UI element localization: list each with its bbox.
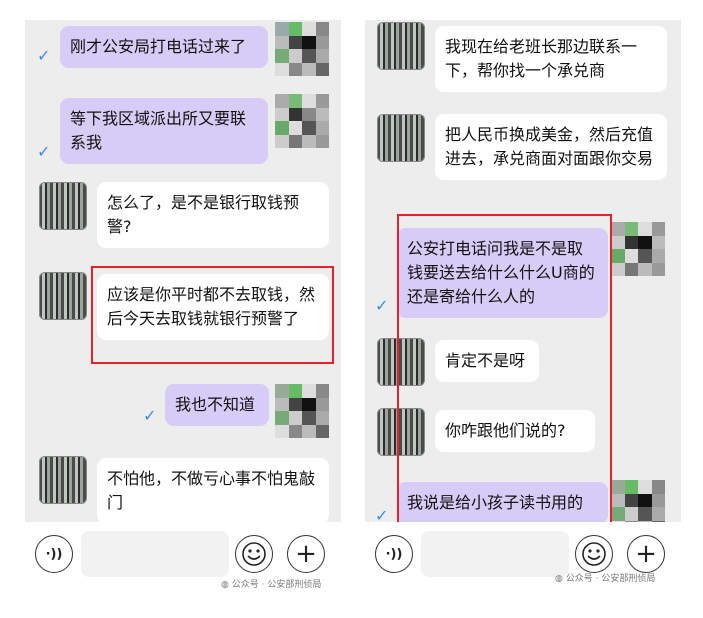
voice-icon[interactable]: ·))	[35, 535, 73, 573]
avatar-self-pixelated	[611, 222, 665, 276]
watermark: ◍ 公众号 · 公安部刑侦局	[221, 580, 322, 590]
read-check-icon: ✓	[375, 296, 389, 315]
avatar-self-pixelated	[275, 22, 329, 76]
chat-panel-right: 我现在给老班长那边联系一下，帮你找一个承兑商 把人民币换成美金，然后充值进去，承…	[365, 20, 681, 522]
read-check-icon: ✓	[375, 506, 389, 522]
input-bar-right: ·)) + ◍ 公众号 · 公安部刑侦局	[365, 525, 681, 584]
message-bubble-incoming[interactable]: 把人民币换成美金，然后充值进去，承兑商面对面跟你交易	[435, 114, 667, 180]
avatar-self-pixelated	[275, 384, 329, 438]
watermark: ◍ 公众号 · 公安部刑侦局	[555, 574, 656, 584]
message-bubble-outgoing[interactable]: 等下我区域派出所又要联系我	[60, 98, 268, 164]
read-check-icon: ✓	[37, 46, 51, 65]
message-bubble-incoming[interactable]: 怎么了，是不是银行取钱预警?	[97, 182, 329, 248]
chat-panel-left: ✓ 刚才公安局打电话过来了 ✓ 等下我区域派出所又要联系我 怎么了，是不是银行取…	[25, 20, 341, 522]
plus-icon[interactable]: +	[287, 535, 325, 573]
emoji-icon[interactable]	[235, 535, 273, 573]
read-check-icon: ✓	[37, 142, 51, 161]
avatar-self-pixelated	[611, 480, 665, 522]
avatar-contact[interactable]	[39, 272, 87, 320]
message-bubble-outgoing[interactable]: 刚才公安局打电话过来了	[60, 26, 268, 68]
message-bubble-incoming[interactable]: 我现在给老班长那边联系一下，帮你找一个承兑商	[435, 26, 667, 92]
message-input[interactable]	[421, 531, 569, 577]
message-bubble-outgoing[interactable]: 我也不知道	[165, 384, 269, 426]
input-bar-left: ·)) + ◍ 公众号 · 公安部刑侦局	[25, 525, 341, 590]
wechat-icon: ◍	[221, 580, 229, 590]
avatar-contact[interactable]	[39, 456, 87, 504]
highlight-box	[91, 266, 334, 364]
avatar-contact[interactable]	[39, 182, 87, 230]
emoji-icon[interactable]	[575, 535, 613, 573]
highlight-box	[397, 214, 612, 522]
plus-icon[interactable]: +	[627, 535, 665, 573]
avatar-contact[interactable]	[377, 22, 425, 70]
message-input[interactable]	[81, 531, 229, 577]
voice-icon[interactable]: ·))	[375, 535, 413, 573]
message-bubble-incoming[interactable]: 不怕他，不做亏心事不怕鬼敲门	[97, 458, 329, 522]
avatar-self-pixelated	[275, 94, 329, 148]
avatar-contact[interactable]	[377, 114, 425, 162]
wechat-icon: ◍	[555, 574, 563, 584]
read-check-icon: ✓	[143, 406, 157, 425]
